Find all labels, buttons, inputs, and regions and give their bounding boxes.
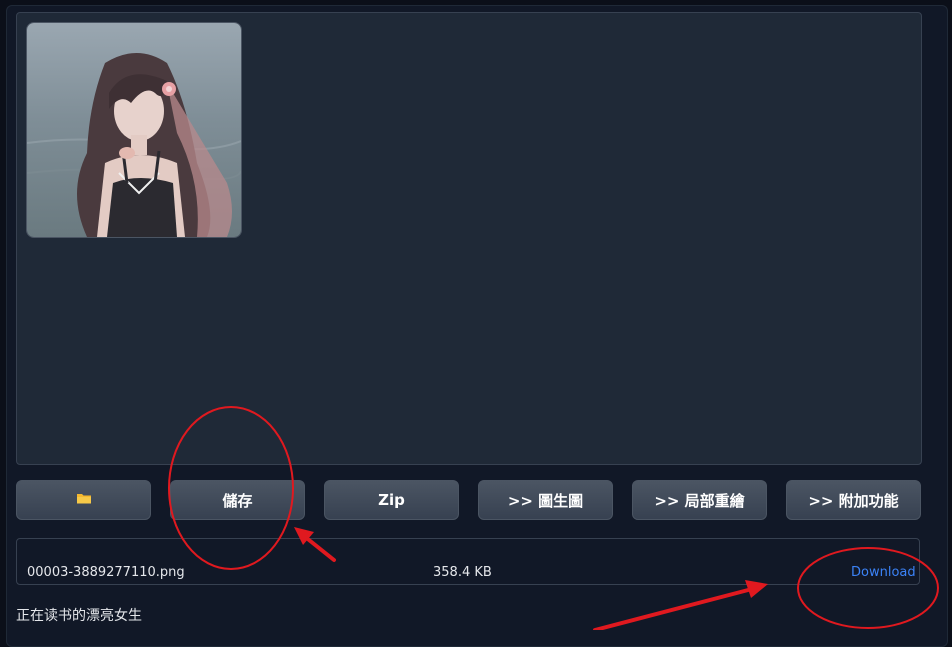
zip-button[interactable]: Zip <box>324 480 459 520</box>
image-gallery <box>16 12 922 465</box>
send-to-inpaint-button[interactable]: >> 局部重繪 <box>632 480 767 520</box>
generated-image-thumbnail[interactable] <box>26 22 242 238</box>
file-size: 358.4 KB <box>433 565 492 580</box>
save-button[interactable]: 儲存 <box>170 480 305 520</box>
generated-image <box>27 23 241 237</box>
file-name: 00003-3889277110.png <box>27 565 185 580</box>
folder-icon <box>76 491 92 509</box>
send-to-extras-button[interactable]: >> 附加功能 <box>786 480 921 520</box>
file-download-row: 00003-3889277110.png 358.4 KB Download <box>16 538 920 585</box>
send-to-img2img-button[interactable]: >> 圖生圖 <box>478 480 613 520</box>
download-link[interactable]: Download <box>851 565 916 580</box>
image-caption: 正在读书的漂亮女生 <box>16 608 142 624</box>
open-folder-button[interactable] <box>16 480 151 520</box>
